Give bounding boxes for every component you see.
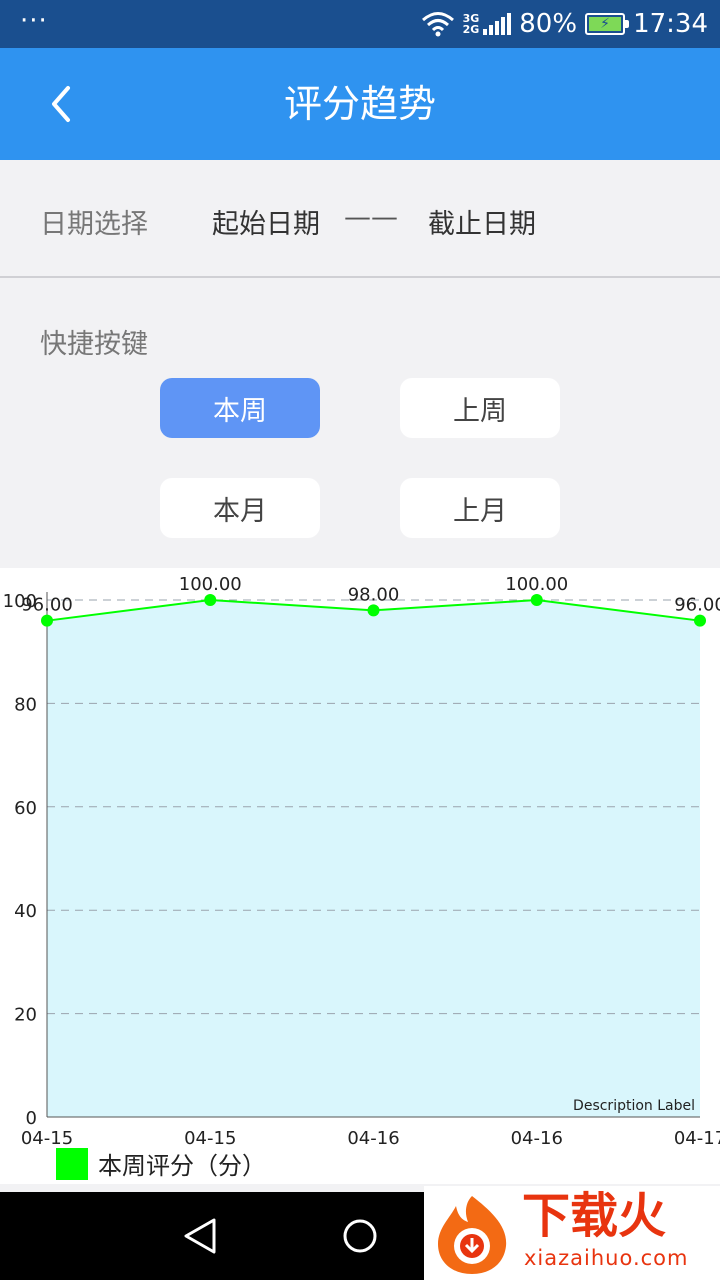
y-tick-label: 80 (14, 694, 37, 715)
start-date-picker[interactable]: 起始日期 (212, 202, 320, 241)
charging-bolt-icon: ⚡ (589, 17, 622, 31)
watermark-logo: 下载火 xiazaihuo.com (424, 1186, 720, 1280)
x-tick-label: 04-17 (674, 1128, 720, 1149)
y-tick-label: 20 (14, 1005, 37, 1026)
battery-percent: 80% (519, 9, 578, 39)
network-2g: 2G (462, 23, 480, 36)
date-select-row: 日期选择 起始日期 —— 截止日期 (0, 160, 720, 278)
area-fill (47, 600, 700, 1117)
y-tick-label: 40 (14, 901, 37, 922)
wifi-icon (421, 12, 454, 37)
battery-icon: ⚡ (585, 13, 630, 35)
data-point (204, 594, 217, 606)
page-title: 评分趋势 (283, 82, 436, 126)
home-circle-icon[interactable] (332, 1208, 388, 1264)
data-point (530, 594, 543, 606)
x-tick-label: 04-16 (347, 1128, 399, 1149)
data-label: 98.00 (348, 584, 400, 605)
watermark-brand: 下载火 (522, 1188, 667, 1244)
x-tick-label: 04-16 (511, 1128, 563, 1149)
data-point (41, 614, 53, 627)
app-bar: 评分趋势 (0, 48, 720, 160)
end-date-picker[interactable]: 截止日期 (428, 202, 536, 241)
data-point (694, 614, 706, 627)
status-right: 3G 2G 80% ⚡ 17:34 (421, 0, 708, 48)
data-point (367, 604, 380, 617)
y-tick-label: 60 (14, 798, 37, 819)
last-month-button[interactable]: 上月 (400, 478, 560, 538)
clock: 17:34 (633, 9, 708, 39)
notification-dots: ··· (20, 6, 48, 36)
chart-legend: 本周评分（分） (56, 1146, 266, 1181)
quick-keys-label: 快捷按键 (40, 329, 148, 360)
status-bar: ··· 3G 2G 80% ⚡ 17:34 (0, 0, 720, 48)
legend-label: 本周评分（分） (98, 1152, 266, 1180)
data-label: 96.00 (21, 595, 73, 616)
chart-description: Description Label (573, 1098, 695, 1114)
data-label: 100.00 (505, 574, 568, 595)
watermark-site: xiazaihuo.com (524, 1246, 689, 1270)
last-week-button[interactable]: 上周 (400, 378, 560, 438)
score-trend-chart: 02040608010004-1504-1504-1604-1604-1796.… (0, 568, 720, 1184)
legend-swatch (56, 1147, 88, 1180)
back-triangle-icon[interactable] (172, 1208, 228, 1264)
data-label: 100.00 (179, 574, 242, 595)
network-type: 3G 2G (463, 13, 480, 35)
data-label: 96.00 (674, 595, 720, 616)
date-separator: —— (344, 202, 398, 233)
date-select-label: 日期选择 (40, 209, 148, 240)
signal-icon (483, 13, 512, 35)
this-month-button[interactable]: 本月 (160, 478, 320, 538)
y-tick-label: 0 (26, 1108, 37, 1129)
this-week-button[interactable]: 本周 (160, 378, 320, 438)
flame-logo-icon (438, 1196, 507, 1274)
chart-svg: 02040608010004-1504-1504-1604-1604-1796.… (3, 574, 720, 1149)
